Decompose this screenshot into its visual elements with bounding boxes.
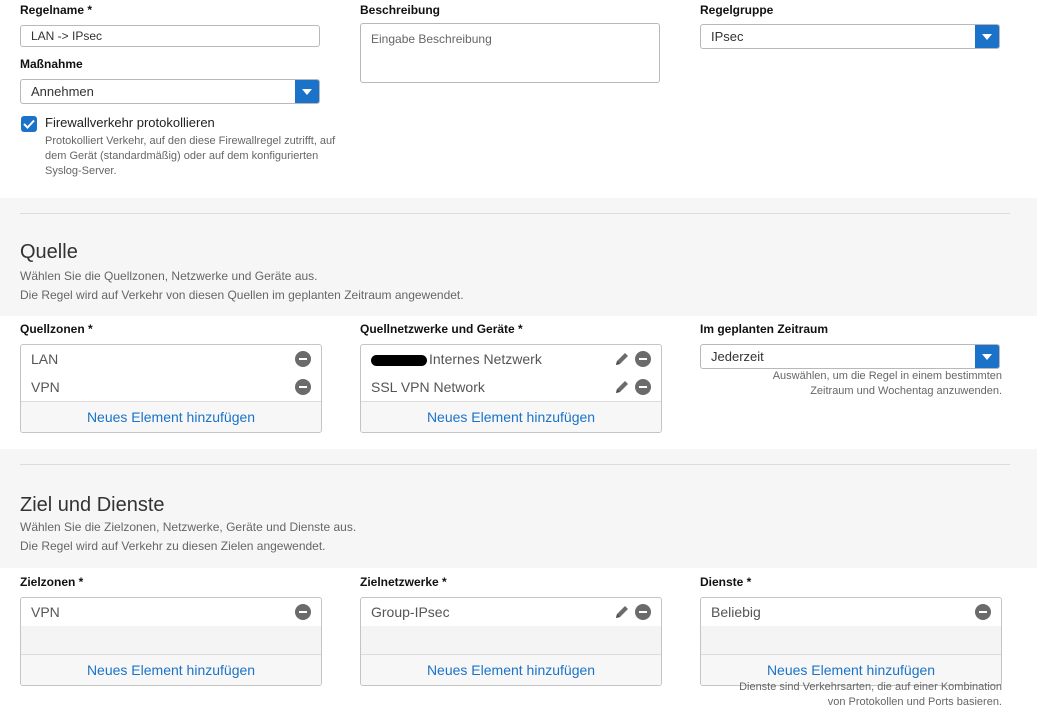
chevron-down-icon[interactable]: [295, 80, 319, 103]
description-textarea[interactable]: Eingabe Beschreibung: [360, 23, 660, 83]
source-section-header: Quelle Wählen Sie die Quellzonen, Netzwe…: [0, 198, 1037, 316]
list-empty-row: [21, 626, 321, 654]
destination-desc-2: Die Regel wird auf Verkehr zu diesen Zie…: [20, 539, 326, 553]
list-empty-row: [701, 626, 1001, 654]
source-desc-2: Die Regel wird auf Verkehr von diesen Qu…: [20, 288, 464, 302]
add-element-button[interactable]: Neues Element hinzufügen: [361, 654, 661, 685]
services-list: Beliebig Neues Element hinzufügen: [700, 597, 1002, 686]
list-item[interactable]: Group-IPsec: [361, 598, 661, 626]
source-networks-list: Internes Netzwerk SSL VPN Network Neues …: [360, 344, 662, 433]
services-label: Dienste *: [700, 575, 752, 589]
remove-icon[interactable]: [635, 351, 651, 367]
list-item[interactable]: VPN: [21, 373, 321, 401]
remove-icon[interactable]: [295, 351, 311, 367]
edit-pencil-icon[interactable]: [613, 351, 631, 367]
list-item-label: LAN: [31, 351, 59, 367]
edit-pencil-icon[interactable]: [613, 604, 631, 620]
schedule-label: Im geplanten Zeitraum: [700, 322, 829, 336]
chevron-down-icon[interactable]: [975, 345, 999, 368]
list-item[interactable]: Internes Netzwerk: [361, 345, 661, 373]
source-title: Quelle: [20, 241, 78, 263]
schedule-select[interactable]: Jederzeit: [700, 344, 1000, 369]
redaction-mark: [371, 354, 427, 366]
edit-pencil-icon[interactable]: [613, 379, 631, 395]
destination-desc-1: Wählen Sie die Zielzonen, Netzwerke, Ger…: [20, 520, 357, 534]
source-networks-label: Quellnetzwerke und Geräte *: [360, 322, 523, 336]
add-element-button[interactable]: Neues Element hinzufügen: [21, 654, 321, 685]
rule-group-select[interactable]: IPsec: [700, 24, 1000, 49]
remove-icon[interactable]: [635, 604, 651, 620]
description-label: Beschreibung: [360, 3, 441, 17]
list-item-label: SSL VPN Network: [371, 379, 485, 395]
list-item-label: Group-IPsec: [371, 604, 450, 620]
destination-section-header: Ziel und Dienste Wählen Sie die Zielzone…: [0, 449, 1037, 568]
services-hint: Dienste sind Verkehrsarten, die auf eine…: [739, 681, 1002, 708]
destination-title: Ziel und Dienste: [20, 494, 165, 516]
schedule-value: Jederzeit: [711, 349, 764, 364]
log-hint: Protokolliert Verkehr, auf den diese Fir…: [45, 135, 336, 177]
remove-icon[interactable]: [975, 604, 991, 620]
list-item[interactable]: SSL VPN Network: [361, 373, 661, 401]
destination-networks-label: Zielnetzwerke *: [360, 575, 447, 589]
list-item-content: Internes Netzwerk: [371, 351, 613, 367]
list-item[interactable]: LAN: [21, 345, 321, 373]
remove-icon[interactable]: [295, 604, 311, 620]
list-item-label: Beliebig: [711, 604, 761, 620]
section-divider: [20, 464, 1010, 465]
destination-networks-list: Group-IPsec Neues Element hinzufügen: [360, 597, 662, 686]
chevron-down-icon[interactable]: [975, 25, 999, 48]
remove-icon[interactable]: [635, 379, 651, 395]
add-element-button[interactable]: Neues Element hinzufügen: [21, 401, 321, 432]
action-value: Annehmen: [31, 84, 94, 99]
destination-zones-list: VPN Neues Element hinzufügen: [20, 597, 322, 686]
source-zones-list: LAN VPN Neues Element hinzufügen: [20, 344, 322, 433]
source-zones-label: Quellzonen *: [20, 322, 93, 336]
section-divider: [20, 213, 1010, 214]
list-item-label: Internes Netzwerk: [429, 351, 542, 367]
action-select[interactable]: Annehmen: [20, 79, 320, 104]
checkmark-icon: [23, 119, 35, 129]
action-label: Maßnahme: [20, 57, 83, 71]
log-checkbox[interactable]: [21, 116, 37, 132]
list-item[interactable]: Beliebig: [701, 598, 1001, 626]
rule-group-value: IPsec: [711, 29, 744, 44]
rule-name-input[interactable]: LAN -> IPsec: [20, 25, 320, 47]
log-checkbox-label: Firewallverkehr protokollieren: [45, 115, 215, 130]
remove-icon[interactable]: [295, 379, 311, 395]
list-item[interactable]: VPN: [21, 598, 321, 626]
source-desc-1: Wählen Sie die Quellzonen, Netzwerke und…: [20, 269, 318, 283]
add-element-button[interactable]: Neues Element hinzufügen: [361, 401, 661, 432]
rule-name-label: Regelname *: [20, 3, 93, 17]
schedule-hint: Auswählen, um die Regel in einem bestimm…: [772, 370, 1002, 397]
destination-zones-label: Zielzonen *: [20, 575, 84, 589]
list-item-label: VPN: [31, 604, 60, 620]
list-item-label: VPN: [31, 379, 60, 395]
rule-group-label: Regelgruppe: [700, 3, 774, 17]
list-empty-row: [361, 626, 661, 654]
